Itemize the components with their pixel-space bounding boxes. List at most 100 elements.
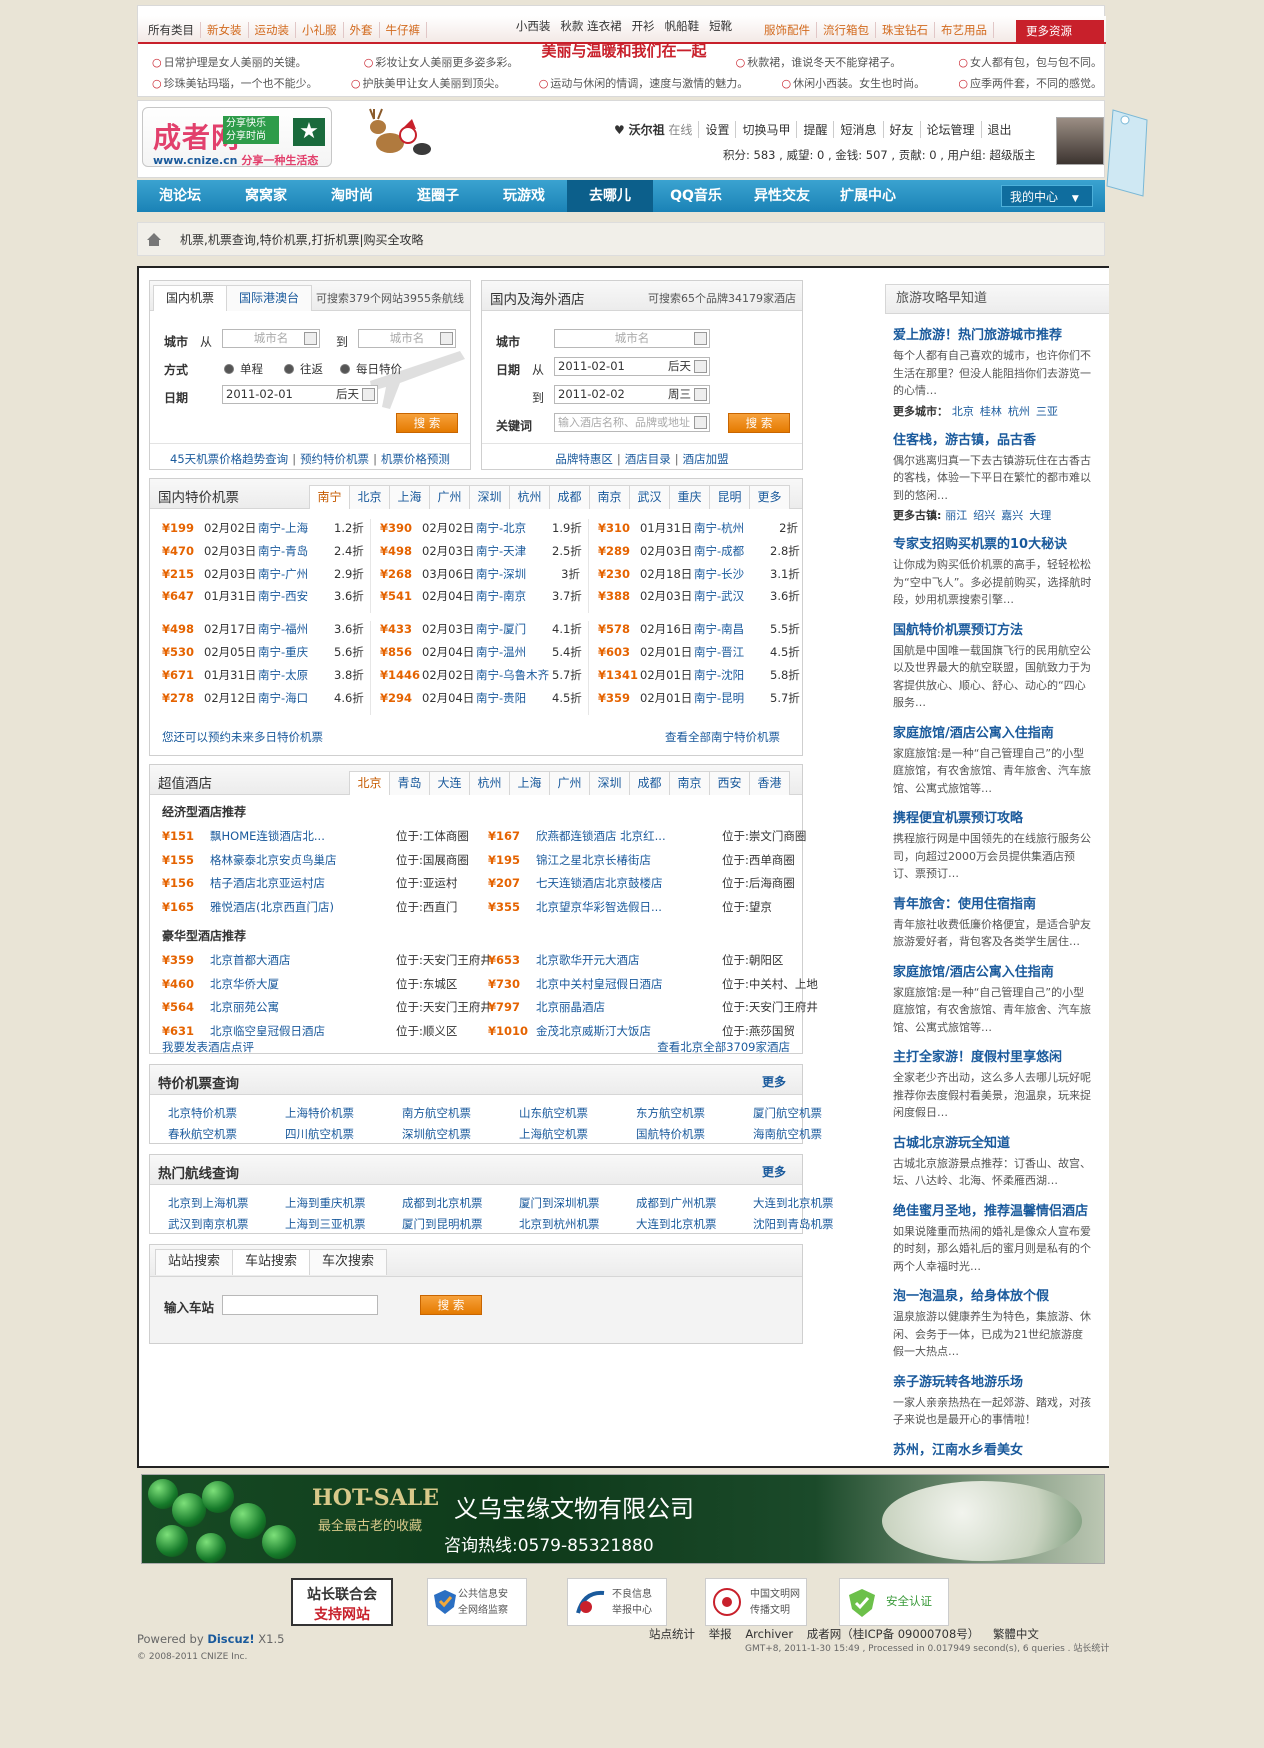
breadcrumb-text[interactable]: 机票,机票查询,特价机票,打折机票|购买全攻略 xyxy=(180,233,424,247)
ad-banner[interactable]: HOT-SALE 最全最古老的收藏 义乌宝缘文物有限公司 咨询热线:0579-8… xyxy=(141,1474,1105,1564)
hotel-review-link[interactable]: 我要发表酒店点评 xyxy=(162,1039,254,1055)
route-link[interactable]: 北京到杭州机票 xyxy=(519,1216,636,1232)
cat-item[interactable]: 流行箱包 xyxy=(817,22,876,38)
cat-item[interactable]: 外套 xyxy=(344,22,380,38)
hotel-name[interactable]: 锦江之星北京长椿街店 xyxy=(536,849,722,873)
flight-route[interactable]: 南宁-成都 xyxy=(694,540,770,563)
flight-row[interactable]: ¥647 01月31日 南宁-西安 3.6折 xyxy=(162,585,364,608)
brand-deals-link[interactable]: 品牌特惠区 xyxy=(555,452,613,466)
city-tab[interactable]: 北京 xyxy=(349,485,390,509)
city-tab[interactable]: 大连 xyxy=(429,771,470,795)
tip-link[interactable]: 秋款裙，谁说冬天不能穿裙子。 xyxy=(736,52,901,73)
flight-route[interactable]: 南宁-深圳 xyxy=(476,563,552,586)
route-link[interactable]: 沈阳到青岛机票 xyxy=(753,1216,870,1232)
flight-query-link[interactable]: 四川航空机票 xyxy=(285,1126,402,1142)
hotel-franchise-link[interactable]: 酒店加盟 xyxy=(683,452,729,466)
checkin-input[interactable]: 2011-02-01 后天 xyxy=(554,357,710,376)
cat-item[interactable]: 布艺用品 xyxy=(935,22,994,38)
cat-all[interactable]: 所有类目 xyxy=(142,22,201,38)
flight-route[interactable]: 南宁-厦门 xyxy=(476,618,552,641)
route-link[interactable]: 大连到北京机票 xyxy=(636,1216,753,1232)
flight-row[interactable]: ¥388 02月03日 南宁-武汉 3.6折 xyxy=(598,585,800,608)
route-link[interactable]: 北京到上海机票 xyxy=(168,1195,285,1211)
flight-query-link[interactable]: 上海特价机票 xyxy=(285,1105,402,1121)
route-link[interactable]: 成都到北京机票 xyxy=(402,1195,519,1211)
cat-item[interactable]: 珠宝钻石 xyxy=(876,22,935,38)
icp-link[interactable]: 成者网（桂ICP备 09000708号） xyxy=(807,1627,980,1641)
city-tab[interactable]: 南宁 xyxy=(309,485,350,509)
flight-query-more-link[interactable]: 更多 xyxy=(762,1073,786,1090)
cat-item[interactable]: 秋款 连衣裙 xyxy=(560,18,621,34)
home-icon[interactable] xyxy=(146,232,162,247)
tab-train-number-search[interactable]: 车次搜索 xyxy=(309,1249,388,1275)
flight-row[interactable]: ¥230 02月18日 南宁-长沙 3.1折 xyxy=(598,563,800,586)
flight-row[interactable]: ¥359 02月01日 南宁-昆明 5.7折 xyxy=(598,687,800,710)
flight-query-link[interactable]: 北京特价机票 xyxy=(168,1105,285,1121)
flight-route[interactable]: 南宁-海口 xyxy=(258,687,334,710)
nav-item[interactable]: 逛圈子 xyxy=(395,180,481,212)
city-tab[interactable]: 南京 xyxy=(589,485,630,509)
flight-row[interactable]: ¥541 02月04日 南宁-南京 3.7折 xyxy=(380,585,582,608)
logout-link[interactable]: 退出 xyxy=(980,121,1018,138)
flight-query-link[interactable]: 山东航空机票 xyxy=(519,1105,636,1121)
username[interactable]: 沃尔祖 xyxy=(629,123,665,137)
article-title[interactable]: 主打全家游！度假村里享悠闲 xyxy=(893,1046,1109,1065)
hotel-name[interactable]: 北京首都大酒店 xyxy=(210,949,396,973)
archiver-link[interactable]: Archiver xyxy=(745,1627,793,1641)
checkout-input[interactable]: 2011-02-02 周三 xyxy=(554,385,710,404)
reserve-deal-link[interactable]: 预约特价机票 xyxy=(300,452,369,466)
article-title[interactable]: 绝佳蜜月圣地，推荐温馨情侣酒店 xyxy=(893,1200,1109,1219)
city-tab[interactable]: 成都 xyxy=(549,485,590,509)
price-trend-link[interactable]: 45天机票价格趋势查询 xyxy=(170,452,288,466)
hotel-name[interactable]: 北京歌华开元大酒店 xyxy=(536,949,722,973)
flight-route[interactable]: 南宁-天津 xyxy=(476,540,552,563)
flight-route[interactable]: 南宁-青岛 xyxy=(258,540,334,563)
flight-route[interactable]: 南宁-太原 xyxy=(258,664,334,687)
flight-row[interactable]: ¥498 02月03日 南宁-天津 2.5折 xyxy=(380,540,582,563)
hotel-name[interactable]: 北京中关村皇冠假日酒店 xyxy=(536,973,722,997)
flight-query-link[interactable]: 海南航空机票 xyxy=(753,1126,870,1142)
flight-route[interactable]: 南宁-昆明 xyxy=(694,687,770,710)
flight-route[interactable]: 南宁-北京 xyxy=(476,517,552,540)
flight-query-link[interactable]: 东方航空机票 xyxy=(636,1105,753,1121)
avatar[interactable] xyxy=(1056,117,1104,165)
flight-row[interactable]: ¥268 03月06日 南宁-深圳 3折 xyxy=(380,563,580,586)
route-link[interactable]: 大连到北京机票 xyxy=(753,1195,870,1211)
hotel-name[interactable]: 雅悦酒店(北京西直门店) xyxy=(210,896,396,920)
flight-row[interactable]: ¥1341 02月01日 南宁-沈阳 5.8折 xyxy=(598,664,800,687)
flight-route[interactable]: 南宁-温州 xyxy=(476,641,552,664)
hotel-name[interactable]: 北京望京华彩智选假日... xyxy=(536,896,722,920)
flight-query-link[interactable]: 上海航空机票 xyxy=(519,1126,636,1142)
tip-link[interactable]: 运动与休闲的情调，速度与激情的魅力。 xyxy=(539,73,748,94)
flight-row[interactable]: ¥199 02月02日 南宁-上海 1.2折 xyxy=(162,517,364,540)
civilization-badge[interactable]: 中国文明网 传播文明 xyxy=(705,1578,807,1626)
hotel-name[interactable]: 桔子酒店北京亚运村店 xyxy=(210,872,396,896)
station-input[interactable] xyxy=(222,1295,378,1315)
reserve-future-link[interactable]: 您还可以预约未来多日特价机票 xyxy=(162,729,323,745)
to-city-input[interactable]: 城市名 xyxy=(358,329,456,348)
hotel-row[interactable]: ¥167 欣燕都连锁酒店 北京红... 位于:崇文门商圈 xyxy=(488,825,806,849)
reminder-link[interactable]: 提醒 xyxy=(796,121,833,138)
article-more-link[interactable]: 桂林 xyxy=(980,405,1002,418)
city-tab[interactable]: 上海 xyxy=(389,485,430,509)
hotel-name[interactable]: 北京丽晶酒店 xyxy=(536,996,722,1020)
flight-row[interactable]: ¥470 02月03日 南宁-青岛 2.4折 xyxy=(162,540,364,563)
article-title[interactable]: 家庭旅馆/酒店公寓入住指南 xyxy=(893,722,1109,741)
route-link[interactable]: 上海到三亚机票 xyxy=(285,1216,402,1232)
article-more-link[interactable]: 丽江 xyxy=(945,509,967,522)
nav-item[interactable]: 异性交友 xyxy=(739,180,825,212)
city-tab[interactable]: 武汉 xyxy=(629,485,670,509)
flight-row[interactable]: ¥310 01月31日 南宁-杭州 2折 xyxy=(598,517,798,540)
tip-link[interactable]: 日常护理是女人美丽的关键。 xyxy=(152,52,307,73)
nav-item-current[interactable]: 去哪儿 xyxy=(567,180,653,212)
police-badge[interactable]: 公共信息安 全网络监察 xyxy=(427,1578,527,1626)
hotel-row[interactable]: ¥797 北京丽晶酒店 位于:天安门王府井 xyxy=(488,996,818,1020)
article-title[interactable]: 亲子游玩转各地游乐场 xyxy=(893,1371,1109,1390)
city-tab[interactable]: 成都 xyxy=(629,771,670,795)
article-title[interactable]: 携程便宜机票预订攻略 xyxy=(893,807,1109,826)
user-name[interactable]: ♥ 沃尔祖 在线 xyxy=(608,121,698,138)
flight-search-button[interactable]: 搜 索 xyxy=(396,413,458,433)
tip-link[interactable]: 休闲小西装。女生也时尚。 xyxy=(782,73,925,94)
tab-station-to-station[interactable]: 站站搜索 xyxy=(155,1249,234,1275)
article-more-link[interactable]: 杭州 xyxy=(1008,405,1030,418)
